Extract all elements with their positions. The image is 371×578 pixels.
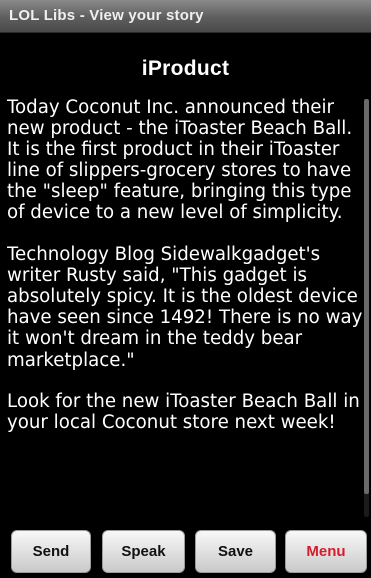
title-bar: LOL Libs - View your story bbox=[0, 0, 371, 33]
window-title: LOL Libs - View your story bbox=[9, 7, 204, 24]
scrollbar[interactable] bbox=[364, 99, 369, 517]
story-text[interactable]: Today Coconut Inc. announced their new p… bbox=[7, 97, 369, 515]
story-paragraph: Today Coconut Inc. announced their new p… bbox=[7, 97, 353, 224]
button-bar: Send Speak Save Menu bbox=[0, 527, 371, 578]
menu-button[interactable]: Menu bbox=[285, 530, 367, 573]
scrollbar-thumb[interactable] bbox=[364, 99, 369, 494]
story-paragraph: Look for the new iToaster Beach Ball in … bbox=[7, 391, 360, 434]
story-title: iProduct bbox=[141, 57, 230, 80]
save-button[interactable]: Save bbox=[195, 530, 276, 573]
send-button[interactable]: Send bbox=[11, 530, 91, 573]
app-screen: LOL Libs - View your story iProduct Toda… bbox=[0, 0, 371, 578]
story-paragraph: Technology Blog Sidewalkgadget's writer … bbox=[7, 244, 369, 371]
speak-button[interactable]: Speak bbox=[102, 530, 185, 573]
